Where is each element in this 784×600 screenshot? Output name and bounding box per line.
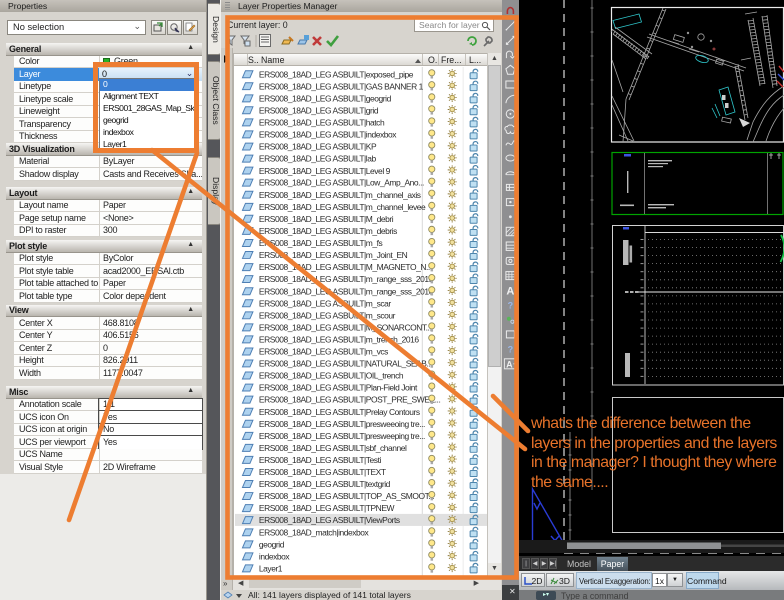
svg-text:ERS008_18AD_LEG ASBUILT|M_SONA: ERS008_18AD_LEG ASBUILT|M_SONARCONT... [259, 322, 432, 332]
svg-text:A: A [506, 285, 514, 297]
svg-text:ERS008_18AD_LEG ASBUILT|POST_P: ERS008_18AD_LEG ASBUILT|POST_PRE_SWEE... [259, 394, 441, 404]
svg-text:ERS008_18AD_LEG ASBUILT|m_tren: ERS008_18AD_LEG ASBUILT|m_trench_2016 [259, 334, 420, 344]
svg-text:ERS008_18AD_LEG ASBUILT|TPNEW: ERS008_18AD_LEG ASBUILT|TPNEW [259, 503, 395, 513]
svg-text:ERS008_18AD_LEG ASBUILT|m_scar: ERS008_18AD_LEG ASBUILT|m_scar [259, 298, 392, 308]
svg-text:ERS008_18AD_LEG ASBUILT|m_scou: ERS008_18AD_LEG ASBUILT|m_scour [259, 310, 396, 320]
svg-text:ERS008_18AD_LEG ASBUILT|ViewPo: ERS008_18AD_LEG ASBUILT|ViewPorts [259, 515, 400, 525]
svg-text:ERS008_18AD_LEG ASBUILT|m_rang: ERS008_18AD_LEG ASBUILT|m_range_sss_2015 [259, 274, 434, 284]
svg-text:ERS008_18AD_LEG ASBUILT|Low_Am: ERS008_18AD_LEG ASBUILT|Low_Amp_Ano... [259, 177, 424, 187]
svg-text:ERS008_18AD_LEG ASBUILT|m_chan: ERS008_18AD_LEG ASBUILT|m_channel_axis [259, 189, 421, 199]
svg-text:ERS008_18AD_LEG ASBUILT|Plan-F: ERS008_18AD_LEG ASBUILT|Plan-Field Joint [259, 382, 418, 392]
svg-text:ERS008_18AD_LEG ASBUILT|NATURA: ERS008_18AD_LEG ASBUILT|NATURAL_SEAB... [259, 358, 432, 368]
svg-text:ERS008_18AD_LEG ASBUILT|Prelay: ERS008_18AD_LEG ASBUILT|Prelay Contours [259, 406, 420, 416]
svg-text:ERS008_18AD_LEG ASBUILT|M_MAGN: ERS008_18AD_LEG ASBUILT|M_MAGNETO_N... [259, 262, 432, 272]
svg-text:ERS008_18AD_LEG ASBUILT|sbf_ch: ERS008_18AD_LEG ASBUILT|sbf_channel [259, 442, 407, 452]
svg-text:ERS008_18AD_LEG ASBUILT|m_rang: ERS008_18AD_LEG ASBUILT|m_range_sss_2016 [259, 286, 434, 296]
svg-text:indexbox: indexbox [259, 551, 290, 561]
svg-text:ERS008_18AD_match|indexbox: ERS008_18AD_match|indexbox [259, 527, 370, 537]
svg-text:ERS008_18AD_LEG ASBUILT|hatch: ERS008_18AD_LEG ASBUILT|hatch [259, 117, 385, 127]
svg-text:geogrid: geogrid [259, 539, 285, 549]
svg-text:?: ? [508, 301, 514, 311]
svg-text:ERS008_18AD_LEG ASBUILT|TOP_AS: ERS008_18AD_LEG ASBUILT|TOP_AS_SMOOT... [259, 491, 434, 501]
svg-text:ERS008_18AD_LEG ASBUILT|textgr: ERS008_18AD_LEG ASBUILT|textgrid [259, 479, 391, 489]
svg-text:ERS008_18AD_LEG ASBUILT|lab: ERS008_18AD_LEG ASBUILT|lab [259, 153, 377, 163]
svg-text:ERS008_18AD_LEG ASBUILT|grid: ERS008_18AD_LEG ASBUILT|grid [259, 105, 379, 115]
svg-text:ERS008_18AD_LEG ASBUILT|m_fs: ERS008_18AD_LEG ASBUILT|m_fs [259, 238, 383, 248]
svg-text:ERS008_18AD_LEG ASBUILT|preswe: ERS008_18AD_LEG ASBUILT|presweeping tre.… [259, 430, 425, 440]
svg-text:ERS008_18AD_LEG ASBUILT|M_debr: ERS008_18AD_LEG ASBUILT|M_debri [259, 213, 394, 223]
svg-text:ERS008_18AD_LEG ASBUILT|KP: ERS008_18AD_LEG ASBUILT|KP [259, 141, 377, 151]
svg-text:Layer1: Layer1 [259, 563, 283, 573]
svg-text:ERS008_18AD_LEG ASBUILT|geogri: ERS008_18AD_LEG ASBUILT|geogrid [259, 93, 392, 103]
svg-text:ERS008_18AD_LEG ASBUILT|GAS BA: ERS008_18AD_LEG ASBUILT|GAS BANNER 1 [259, 81, 424, 91]
svg-text:ERS008_18AD_LEG ASBUILT|expose: ERS008_18AD_LEG ASBUILT|exposed_pipe [259, 69, 414, 79]
svg-text:ERS008_18AD_LEG ASBUILT|TEXT: ERS008_18AD_LEG ASBUILT|TEXT [259, 467, 386, 477]
svg-text:?: ? [508, 345, 514, 355]
svg-text:ERS008_18AD_LEG ASBUILT|m_Join: ERS008_18AD_LEG ASBUILT|m_Joint_EN [259, 250, 408, 260]
svg-text:ERS008_18AD_LEG ASBUILT|m_vcs: ERS008_18AD_LEG ASBUILT|m_vcs [259, 346, 388, 356]
svg-text:A: A [506, 359, 513, 369]
svg-text:ERS008_18AD_LEG ASBUILT|OIL_tr: ERS008_18AD_LEG ASBUILT|OIL_trench [259, 370, 404, 380]
svg-text:ERS008_18AD_LEG ASBUILT|m_chan: ERS008_18AD_LEG ASBUILT|m_channel_levee [259, 201, 426, 211]
svg-text:ERS008_18AD_LEG ASBUILT|preswe: ERS008_18AD_LEG ASBUILT|presweeoing tre.… [259, 418, 425, 428]
svg-text:ERS008_18AD_LEG ASBUILT|Level: ERS008_18AD_LEG ASBUILT|Level 9 [259, 165, 391, 175]
svg-text:ERS008_18AD_LEG ASBUILT|m_debr: ERS008_18AD_LEG ASBUILT|m_debris [259, 226, 397, 236]
svg-text:ERS008_18AD_LEG ASBUILT|indexb: ERS008_18AD_LEG ASBUILT|indexbox [259, 129, 397, 139]
svg-text:ERS008_18AD_LEG ASBUILT|Testi: ERS008_18AD_LEG ASBUILT|Testi [259, 454, 382, 464]
